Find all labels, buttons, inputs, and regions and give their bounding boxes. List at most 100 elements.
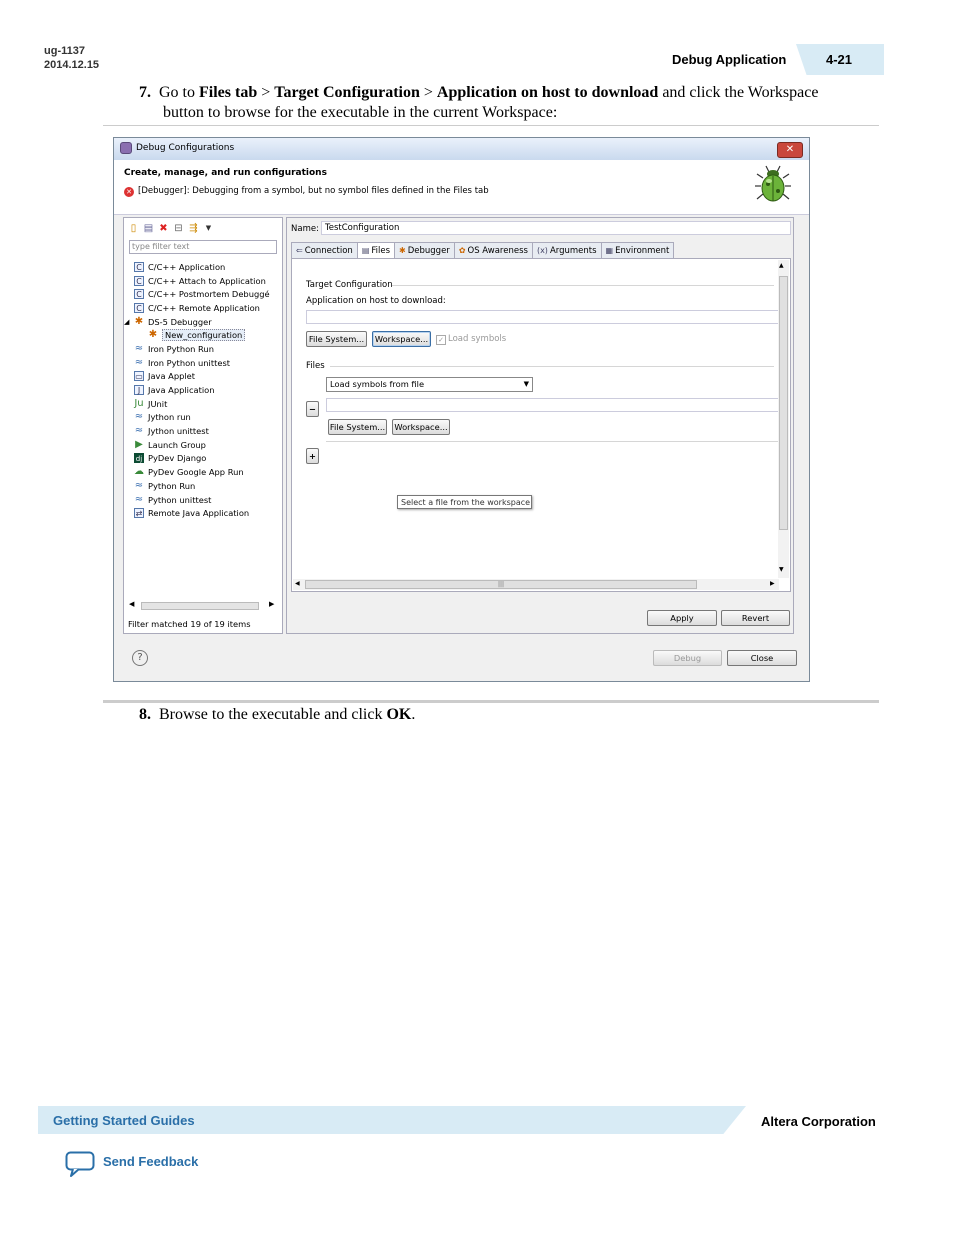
tree-item[interactable]: dj PyDev Django bbox=[134, 452, 270, 466]
bug-icon bbox=[755, 165, 791, 202]
error-icon: ✕ bbox=[124, 187, 134, 197]
config-tree: C C/C++ Application C C/C++ Attach to Appli… bbox=[124, 260, 270, 520]
ds5-icon: ✱ bbox=[148, 329, 158, 341]
tree-item[interactable]: ⇄ Remote Java Application bbox=[134, 506, 270, 520]
scroll-left-icon[interactable]: ◀ bbox=[295, 580, 300, 587]
tab-files[interactable]: ▤ Files bbox=[356, 242, 396, 259]
tree-item[interactable]: ≈ Jython run bbox=[134, 411, 270, 425]
target-config-label: Target Configuration bbox=[306, 280, 393, 290]
file-system-button-2[interactable]: File System... bbox=[328, 419, 387, 435]
delete-icon[interactable]: ✖ bbox=[158, 223, 169, 234]
load-symbols-label: Load symbols bbox=[448, 334, 507, 344]
tree-item[interactable]: ≈ Iron Python unittest bbox=[134, 356, 270, 370]
duplicate-icon[interactable]: ▤ bbox=[143, 223, 154, 234]
scroll-right-icon[interactable]: ▶ bbox=[770, 580, 775, 587]
remove-file-button[interactable]: − bbox=[306, 401, 319, 417]
tree-item[interactable]: ≈ Python Run bbox=[134, 479, 270, 493]
files-icon: ▤ bbox=[361, 246, 370, 255]
tree-horizontal-scrollbar[interactable]: ◀ ▶ bbox=[129, 600, 279, 611]
scroll-thumb[interactable] bbox=[141, 602, 259, 610]
tree-item-label: Jython run bbox=[148, 412, 191, 423]
name-field[interactable]: TestConfiguration bbox=[321, 221, 791, 235]
content-vertical-scrollbar[interactable]: ▲ ▼ bbox=[778, 260, 789, 578]
scroll-right-icon[interactable]: ▶ bbox=[269, 600, 274, 608]
tree-item[interactable]: J Java Application bbox=[134, 383, 270, 397]
new-config-icon[interactable]: ▯ bbox=[128, 223, 139, 234]
c-icon: C bbox=[134, 289, 144, 300]
workspace-button-2[interactable]: Workspace... bbox=[392, 419, 450, 435]
revert-button[interactable]: Revert bbox=[721, 610, 790, 626]
send-feedback-link[interactable]: Send Feedback bbox=[103, 1154, 198, 1169]
tree-item[interactable]: ▶ Launch Group bbox=[134, 438, 270, 452]
feedback-icon[interactable] bbox=[65, 1151, 95, 1177]
scroll-down-icon[interactable]: ▼ bbox=[779, 566, 784, 573]
workspace-tooltip: Select a file from the workspace bbox=[397, 495, 532, 509]
tree-item[interactable]: Ju JUnit bbox=[134, 397, 270, 411]
step-7: 7. Go to Files tab > Target Configuratio… bbox=[139, 83, 869, 103]
debug-button[interactable]: Debug bbox=[653, 650, 722, 666]
help-icon[interactable]: ? bbox=[132, 650, 148, 666]
add-file-button[interactable]: + bbox=[306, 448, 319, 464]
files-type-select[interactable]: Load symbols from file ▼ bbox=[326, 377, 533, 392]
tab-debugger[interactable]: ✱ Debugger bbox=[394, 242, 455, 258]
vertical-scroll-thumb[interactable] bbox=[779, 276, 788, 530]
tree-item[interactable]: ≈ Iron Python Run bbox=[134, 342, 270, 356]
tree-item[interactable]: ▭ Java Applet bbox=[134, 370, 270, 384]
app-on-host-field[interactable] bbox=[306, 310, 780, 324]
tree-item[interactable]: ☁ PyDev Google App Run bbox=[134, 465, 270, 479]
tab-connection[interactable]: ⇐ Connection bbox=[291, 242, 358, 258]
file-path-field[interactable] bbox=[326, 398, 780, 412]
c-icon: C bbox=[134, 302, 144, 313]
tree-item[interactable]: C C/C++ Application bbox=[134, 260, 270, 274]
java-icon: J bbox=[134, 385, 144, 396]
tree-item-label: Iron Python Run bbox=[148, 343, 214, 354]
tree-item-label: Remote Java Application bbox=[148, 508, 250, 519]
tree-item[interactable]: C C/C++ Postmortem Debuggé bbox=[134, 287, 270, 301]
tree-item[interactable]: C C/C++ Attach to Application bbox=[134, 274, 270, 288]
tab-os-awareness[interactable]: ✿ OS Awareness bbox=[453, 242, 533, 258]
chevron-down-icon[interactable]: ▼ bbox=[203, 223, 214, 234]
tree-item[interactable]: ≈ Jython unittest bbox=[134, 424, 270, 438]
tree-item[interactable]: C C/C++ Remote Application bbox=[134, 301, 270, 315]
step-8-text: Browse to the executable and click bbox=[159, 706, 387, 723]
file-system-button[interactable]: File System... bbox=[306, 331, 367, 347]
apply-button[interactable]: Apply bbox=[647, 610, 717, 626]
filter-input[interactable]: type filter text bbox=[129, 240, 277, 254]
tree-item[interactable]: ≈ Python unittest bbox=[134, 493, 270, 507]
file-entry-divider bbox=[326, 441, 780, 442]
figure-top-rule bbox=[103, 125, 879, 126]
filter-icon[interactable]: ⇶ bbox=[188, 223, 199, 234]
collapse-all-icon[interactable]: ⊟ bbox=[173, 223, 184, 234]
horizontal-scroll-thumb[interactable]: ||| bbox=[305, 580, 697, 589]
tree-item[interactable]: ◢ ✱ DS-5 Debugger bbox=[124, 315, 270, 329]
load-symbols-checkbox[interactable]: ✓ Load symbols bbox=[436, 334, 506, 345]
footer-band: Getting Started Guides bbox=[38, 1106, 746, 1134]
tab-environment-label: Environment bbox=[615, 246, 670, 256]
tab-connection-label: Connection bbox=[304, 246, 353, 256]
remote-icon: ⇄ bbox=[134, 508, 144, 519]
tree-item[interactable]: ✱ New_configuration bbox=[148, 328, 270, 342]
tab-arguments[interactable]: (x) Arguments bbox=[531, 242, 602, 258]
select-value: Load symbols from file bbox=[330, 379, 425, 389]
scroll-left-icon[interactable]: ◀ bbox=[129, 600, 134, 608]
python-icon: ≈ bbox=[134, 425, 144, 437]
page-number-tab: 4-21 bbox=[796, 44, 884, 75]
python-icon: ≈ bbox=[134, 342, 144, 354]
scroll-up-icon[interactable]: ▲ bbox=[779, 262, 784, 269]
tree-item-label: Java Application bbox=[148, 385, 215, 396]
expand-arrow-icon[interactable]: ◢ bbox=[124, 318, 134, 326]
close-icon[interactable]: ✕ bbox=[777, 142, 803, 158]
python-icon: ≈ bbox=[134, 356, 144, 368]
name-label: Name: bbox=[291, 224, 319, 234]
tree-item-label: Java Applet bbox=[148, 371, 196, 382]
close-button[interactable]: Close bbox=[727, 650, 797, 666]
target-config-divider bbox=[392, 285, 774, 286]
tab-environment[interactable]: ▦ Environment bbox=[600, 242, 675, 258]
step-8-ok: OK bbox=[386, 706, 412, 723]
content-horizontal-scrollbar[interactable]: ◀ ||| ▶ bbox=[293, 579, 779, 590]
footer-guide-link[interactable]: Getting Started Guides bbox=[53, 1113, 195, 1128]
window-icon bbox=[120, 142, 132, 154]
tree-item-label: PyDev Google App Run bbox=[148, 467, 244, 478]
django-icon: dj bbox=[134, 453, 144, 464]
workspace-button[interactable]: Workspace... bbox=[372, 331, 431, 347]
